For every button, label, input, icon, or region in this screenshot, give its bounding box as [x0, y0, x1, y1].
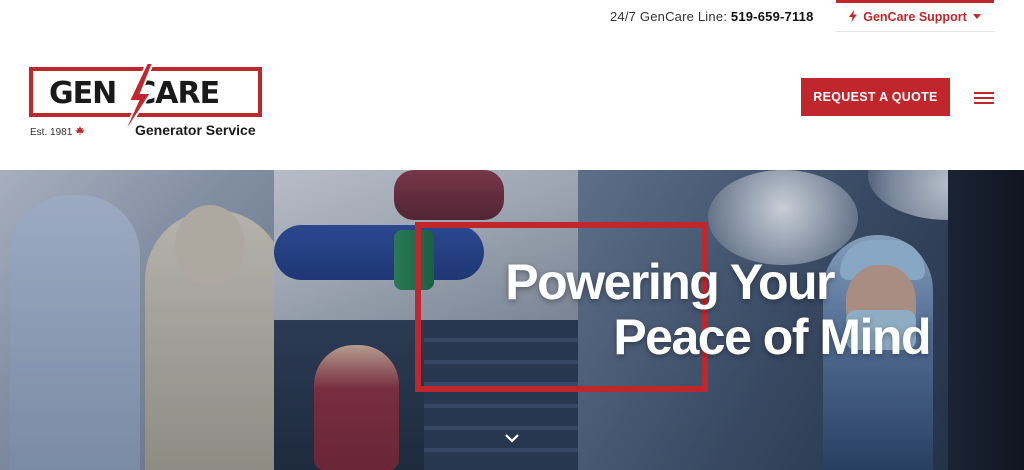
phone-line[interactable]: 24/7 GenCare Line: 519-659-7118 [610, 9, 814, 24]
utility-bar: 24/7 GenCare Line: 519-659-7118 GenCare … [0, 0, 1024, 36]
chevron-down-icon [972, 12, 981, 22]
logo-wordmark-gen: GEN [49, 76, 117, 111]
hamburger-menu-icon[interactable] [974, 92, 996, 106]
maple-leaf-icon [75, 126, 86, 138]
site-logo[interactable]: GEN CARE Est. 1981 Generator Service [29, 62, 265, 140]
logo-subtitle: Generator Service [135, 122, 256, 138]
established-text: Est. 1981 [30, 127, 73, 138]
hero-banner: Powering Your Peace of Mind [0, 170, 1024, 470]
scroll-down-chevron-icon[interactable] [504, 432, 520, 444]
request-quote-button[interactable]: REQUEST A QUOTE [801, 78, 950, 116]
bolt-icon [849, 9, 858, 25]
phone-number[interactable]: 519-659-7118 [731, 9, 814, 24]
support-dropdown[interactable]: GenCare Support [836, 0, 994, 32]
hero-headline-line2: Peace of Mind [613, 309, 931, 365]
phone-label: 24/7 GenCare Line: [610, 9, 728, 24]
hero-headline: Powering Your Peace of Mind [420, 255, 960, 365]
logo-established: Est. 1981 [30, 126, 86, 138]
hero-headline-line1: Powering Your [505, 254, 835, 310]
support-label: GenCare Support [863, 10, 967, 24]
